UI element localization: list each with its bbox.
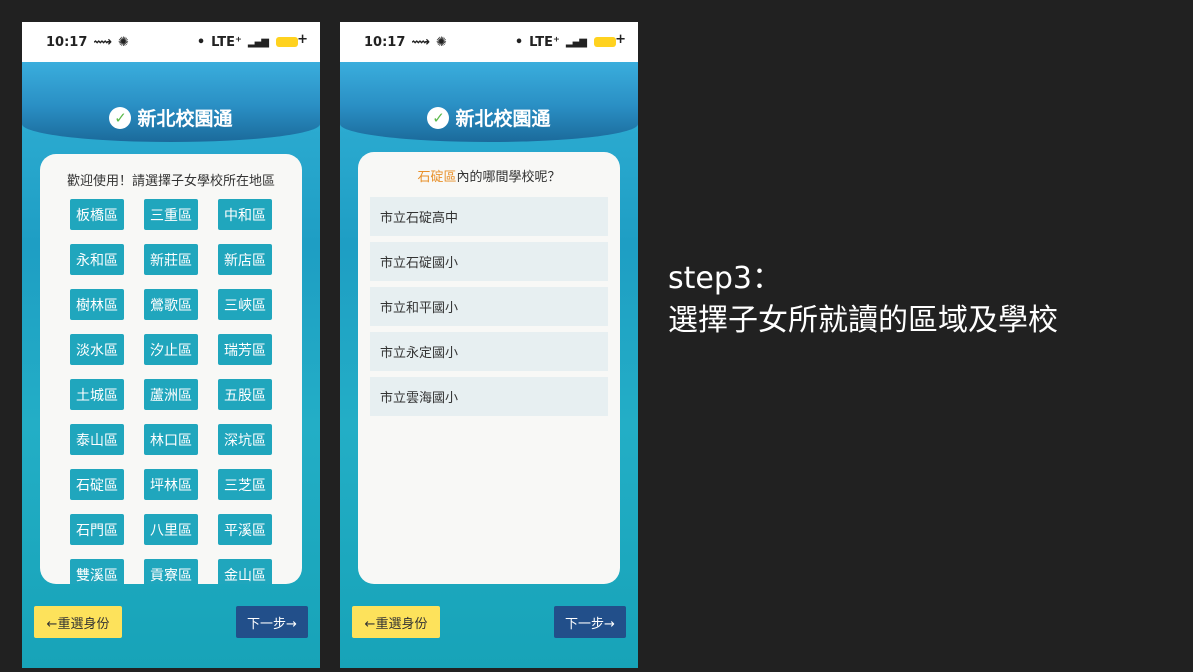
network-label: LTE⁺ <box>211 34 242 50</box>
district-button[interactable]: 永和區 <box>70 244 124 275</box>
district-button[interactable]: 金山區 <box>218 559 272 584</box>
district-button[interactable]: 土城區 <box>70 379 124 410</box>
district-button[interactable]: 三峽區 <box>218 289 272 320</box>
district-button[interactable]: 三芝區 <box>218 469 272 500</box>
selected-district: 石碇區 <box>417 170 457 185</box>
district-button[interactable]: 深坑區 <box>218 424 272 455</box>
district-button[interactable]: 板橋區 <box>70 199 124 230</box>
phone-screen-district: 10:17 ⟿ ✺ • LTE⁺ ▂▄▆ ✓ 新北校園通 歡迎使用！請選擇子女學… <box>22 22 320 668</box>
network-label: LTE⁺ <box>529 34 560 50</box>
district-button[interactable]: 三重區 <box>144 199 198 230</box>
district-button[interactable]: 瑞芳區 <box>218 334 272 365</box>
district-button[interactable]: 石碇區 <box>70 469 124 500</box>
next-step-button[interactable]: 下一步→ <box>554 606 626 638</box>
app-title: 新北校園通 <box>137 108 233 130</box>
footer-bar: ←重選身份 下一步→ <box>340 606 638 640</box>
next-step-button[interactable]: 下一步→ <box>236 606 308 638</box>
district-button[interactable]: 林口區 <box>144 424 198 455</box>
district-button[interactable]: 淡水區 <box>70 334 124 365</box>
school-list: 市立石碇高中 市立石碇國小 市立和平國小 市立永定國小 市立雲海國小 <box>370 197 608 416</box>
school-prompt: 石碇區內的哪間學校呢？ <box>358 166 620 185</box>
leaf-logo-icon: ✓ <box>109 106 132 129</box>
app-logo: ✓ 新北校園通 <box>340 104 638 131</box>
district-grid: 板橋區 三重區 中和區 永和區 新莊區 新店區 樹林區 鶯歌區 三峽區 淡水區 … <box>40 199 302 584</box>
district-button[interactable]: 樹林區 <box>70 289 124 320</box>
district-button[interactable]: 貢寮區 <box>144 559 198 584</box>
district-prompt: 歡迎使用！請選擇子女學校所在地區 <box>66 174 275 189</box>
status-bar: 10:17 ⟿ ✺ • LTE⁺ ▂▄▆ <box>340 22 638 62</box>
footer-bar: ←重選身份 下一步→ <box>22 606 320 640</box>
district-button[interactable]: 平溪區 <box>218 514 272 545</box>
district-button[interactable]: 新莊區 <box>144 244 198 275</box>
bug-icon: ✺ <box>436 34 447 50</box>
district-button[interactable]: 鶯歌區 <box>144 289 198 320</box>
district-card: 歡迎使用！請選擇子女學校所在地區 板橋區 三重區 中和區 永和區 新莊區 新店區… <box>40 154 302 584</box>
school-item[interactable]: 市立永定國小 <box>370 332 608 371</box>
leaf-logo-icon: ✓ <box>427 106 450 129</box>
district-button[interactable]: 雙溪區 <box>70 559 124 584</box>
signal-icon: ▂▄▆ <box>247 36 269 48</box>
app-title: 新北校園通 <box>455 108 551 130</box>
school-prompt-text: 內的哪間學校呢？ <box>456 170 561 185</box>
district-button[interactable]: 五股區 <box>218 379 272 410</box>
reselect-identity-button[interactable]: ←重選身份 <box>352 606 440 638</box>
district-button[interactable]: 石門區 <box>70 514 124 545</box>
app-logo: ✓ 新北校園通 <box>22 104 320 131</box>
district-button[interactable]: 中和區 <box>218 199 272 230</box>
school-item[interactable]: 市立和平國小 <box>370 287 608 326</box>
step-caption: step3： 選擇子女所就讀的區域及學校 <box>668 258 1178 342</box>
bug-icon: ✺ <box>118 34 129 50</box>
caption-step: step3： <box>668 261 782 296</box>
status-bar: 10:17 ⟿ ✺ • LTE⁺ ▂▄▆ <box>22 22 320 62</box>
status-time: 10:17 <box>46 34 88 50</box>
signal-icon: ▂▄▆ <box>565 36 587 48</box>
dot-icon: • <box>196 34 206 50</box>
district-button[interactable]: 新店區 <box>218 244 272 275</box>
school-item[interactable]: 市立石碇高中 <box>370 197 608 236</box>
school-item[interactable]: 市立石碇國小 <box>370 242 608 281</box>
gesture-icon: ⟿ <box>93 34 113 50</box>
district-button[interactable]: 坪林區 <box>144 469 198 500</box>
dot-icon: • <box>514 34 524 50</box>
caption-description: 選擇子女所就讀的區域及學校 <box>668 303 1058 338</box>
district-button[interactable]: 泰山區 <box>70 424 124 455</box>
district-button[interactable]: 八里區 <box>144 514 198 545</box>
status-time: 10:17 <box>364 34 406 50</box>
battery-icon <box>276 32 308 47</box>
gesture-icon: ⟿ <box>411 34 431 50</box>
battery-icon <box>594 32 626 47</box>
district-button[interactable]: 汐止區 <box>144 334 198 365</box>
district-button[interactable]: 蘆洲區 <box>144 379 198 410</box>
school-card: 石碇區內的哪間學校呢？ 市立石碇高中 市立石碇國小 市立和平國小 市立永定國小 … <box>358 152 620 584</box>
reselect-identity-button[interactable]: ←重選身份 <box>34 606 122 638</box>
phone-screen-school: 10:17 ⟿ ✺ • LTE⁺ ▂▄▆ ✓ 新北校園通 石碇區內的哪間學校呢？… <box>340 22 638 668</box>
school-item[interactable]: 市立雲海國小 <box>370 377 608 416</box>
